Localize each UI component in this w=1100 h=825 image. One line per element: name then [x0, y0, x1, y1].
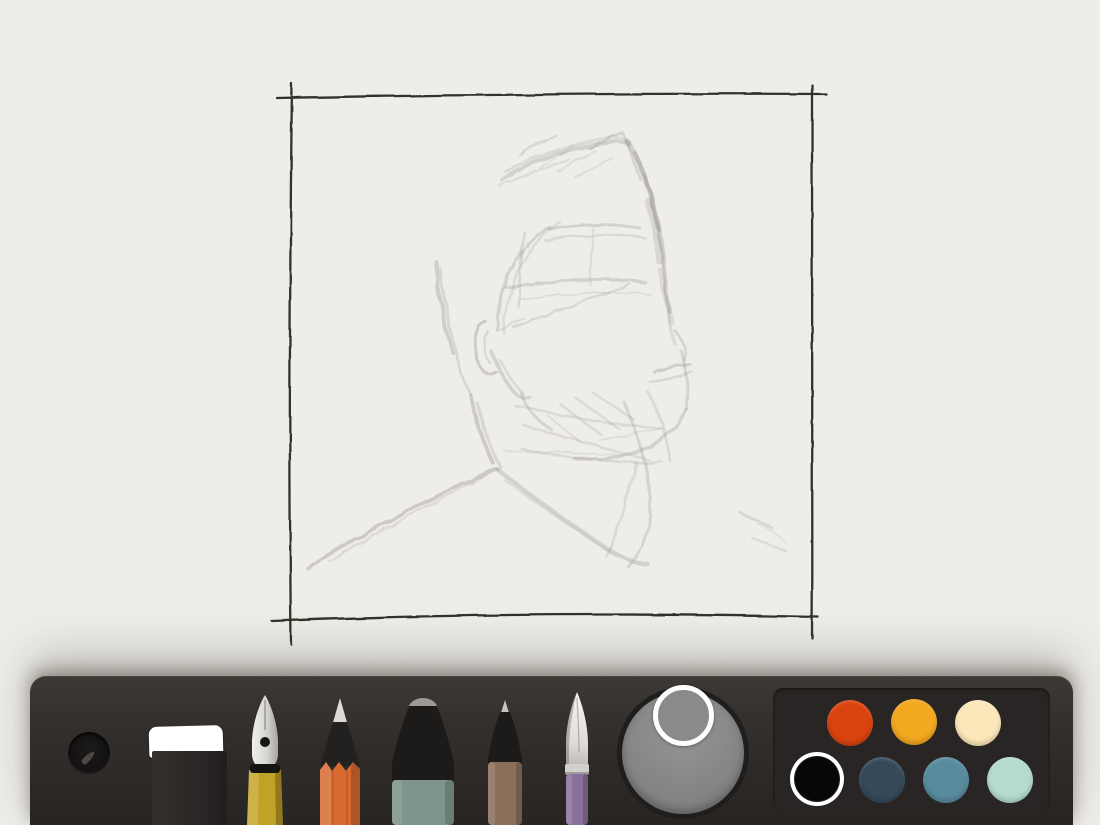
brush-tool[interactable]	[557, 690, 597, 825]
current-color-indicator	[653, 685, 714, 746]
pencil-mode-button[interactable]	[68, 732, 110, 774]
fineliner-tool[interactable]	[483, 698, 527, 825]
fountain-pen-tool[interactable]	[242, 692, 288, 825]
swatch-black-selected[interactable]	[794, 756, 840, 802]
swatch-mint[interactable]	[987, 757, 1033, 803]
tool-tray	[30, 676, 1073, 825]
swatch-amber[interactable]	[891, 699, 937, 745]
swatch-cream[interactable]	[955, 700, 1001, 746]
color-palette	[773, 688, 1050, 813]
color-mixer[interactable]	[617, 685, 749, 819]
swatch-teal-blue[interactable]	[923, 757, 969, 803]
pencil-tool[interactable]	[317, 696, 363, 825]
swatch-dark-slate-blue[interactable]	[859, 757, 905, 803]
pencil-icon	[81, 751, 95, 765]
swatch-orange-red[interactable]	[827, 700, 873, 746]
paper-app-screen	[0, 0, 1100, 825]
marker-tool[interactable]	[387, 697, 459, 825]
eraser-body	[152, 751, 227, 825]
